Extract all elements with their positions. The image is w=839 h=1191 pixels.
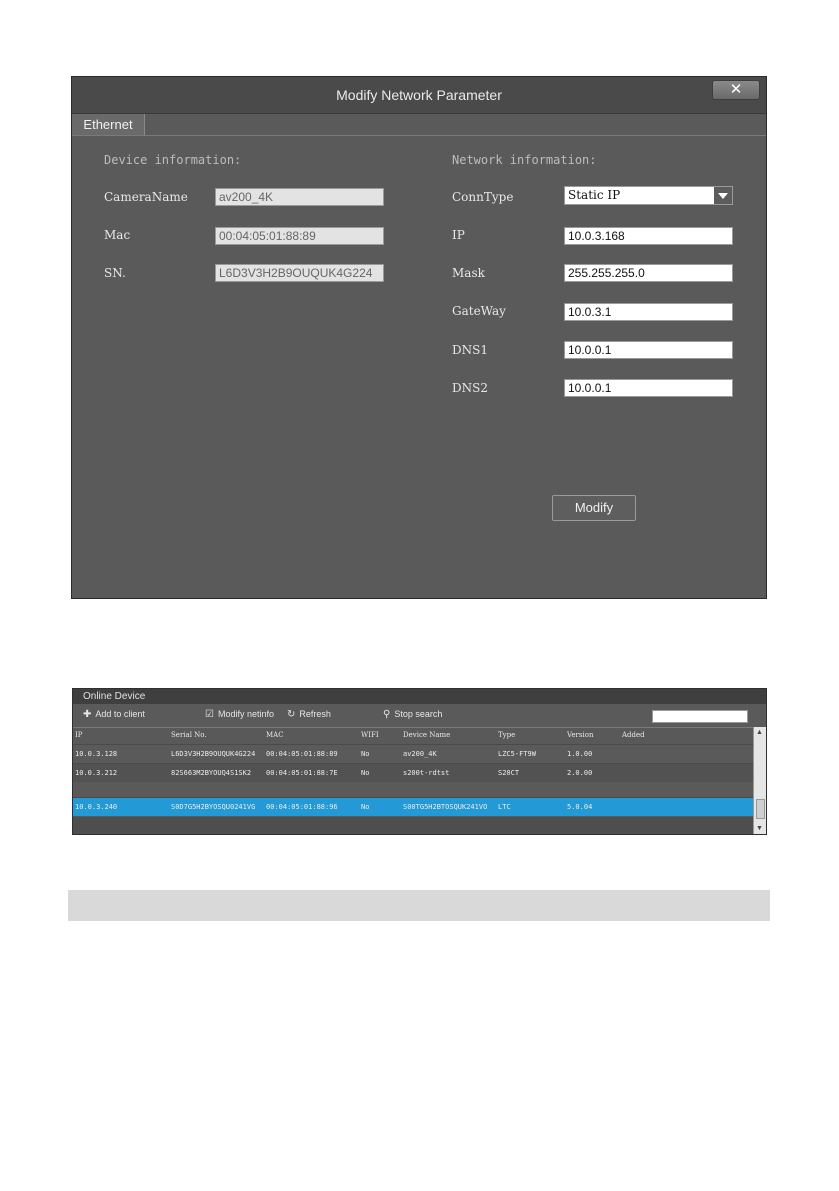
col-wifi[interactable]: WIFI [361, 731, 379, 739]
cell-serial: L6D3V3H2B9OUQUK4G224 [171, 750, 256, 758]
cell-wifi: No [361, 750, 370, 758]
table-row-selected[interactable]: 10.0.3.240 S0D7G5H2BYOSQU0241VG 00:04:05… [73, 797, 753, 816]
cell-type: S20CT [498, 769, 520, 777]
scroll-down-icon[interactable]: ▼ [756, 825, 763, 832]
table-row[interactable]: 10.0.3.212 82S663M2BYOUQ4S1SK2 00:04:05:… [73, 763, 753, 782]
col-type[interactable]: Type [498, 731, 515, 739]
tab-strip: Ethernet [72, 114, 766, 136]
col-added[interactable]: Added [622, 731, 645, 739]
cell-ip: 10.0.3.128 [75, 750, 118, 758]
chevron-down-icon[interactable] [714, 187, 732, 204]
mask-label: Mask [452, 266, 485, 280]
col-serial[interactable]: Serial No. [171, 731, 207, 739]
dns2-field[interactable]: 10.0.0.1 [564, 379, 733, 397]
search-icon: ⚲ [383, 709, 391, 720]
stop-search-label: Stop search [394, 709, 443, 719]
dialog-title: Modify Network Parameter [336, 87, 502, 103]
mac-field: 00:04:05:01:88:89 [215, 227, 384, 245]
sn-label: SN. [104, 266, 126, 280]
cell-serial: S0D7G5H2BYOSQU0241VG [171, 803, 256, 811]
dns1-label: DNS1 [452, 343, 488, 357]
gateway-field[interactable]: 10.0.3.1 [564, 303, 733, 321]
cell-device-name: s200t-rdtst [403, 769, 450, 777]
modify-button[interactable]: Modify [552, 495, 636, 521]
panel-footer [73, 817, 753, 834]
dns1-field[interactable]: 10.0.0.1 [564, 341, 733, 359]
modify-netinfo-button[interactable]: ☑ Modify netinfo [205, 709, 274, 720]
filter-input[interactable] [652, 710, 748, 723]
cell-device-name: av200_4K [403, 750, 437, 758]
conntype-label: ConnType [452, 190, 514, 204]
col-device-name[interactable]: Device Name [403, 731, 450, 739]
modify-netinfo-label: Modify netinfo [217, 709, 274, 719]
cell-mac: 00:04:05:01:88:89 [266, 750, 338, 758]
modify-network-dialog: Modify Network Parameter ✕ Ethernet Devi… [71, 76, 767, 599]
plus-icon: ✚ [83, 709, 92, 720]
device-info-heading: Device information: [104, 153, 242, 167]
cell-mac: 00:04:05:01:88:7E [266, 769, 338, 777]
close-icon: ✕ [729, 81, 743, 98]
camera-name-label: CameraName [104, 190, 188, 204]
sn-field: L6D3V3H2B9OUQUK4G224 [215, 264, 384, 282]
table-row[interactable]: 10.0.3.128 L6D3V3H2B9OUQUK4G224 00:04:05… [73, 744, 753, 763]
refresh-button[interactable]: ↻ Refresh [287, 709, 331, 720]
cell-ip: 10.0.3.240 [75, 803, 118, 811]
cell-wifi: No [361, 803, 370, 811]
ip-label: IP [452, 228, 465, 242]
scroll-up-icon[interactable]: ▲ [756, 729, 763, 736]
cell-ip: 10.0.3.212 [75, 769, 118, 777]
ip-field[interactable]: 10.0.3.168 [564, 227, 733, 245]
gateway-label: GateWay [452, 304, 506, 318]
dialog-titlebar: Modify Network Parameter ✕ [72, 77, 766, 114]
dns2-label: DNS2 [452, 381, 488, 395]
scroll-thumb[interactable] [756, 799, 765, 819]
section-divider-strip [68, 890, 770, 921]
conntype-select[interactable]: Static IP [564, 186, 733, 205]
cell-device-name: S00TG5H2BTOSQUK241VO [403, 803, 488, 811]
stop-search-button[interactable]: ⚲ Stop search [383, 709, 442, 720]
cell-wifi: No [361, 769, 370, 777]
refresh-icon: ↻ [287, 709, 296, 720]
col-version[interactable]: Version [567, 731, 593, 739]
cell-version: 2.0.00 [567, 769, 593, 777]
online-toolbar: ✚ Add to client ☑ Modify netinfo ↻ Refresh … [73, 705, 766, 725]
cell-type: LTC [498, 803, 511, 811]
network-info-heading: Network information: [452, 153, 597, 167]
refresh-label: Refresh [299, 709, 331, 719]
cell-type: LZC5-FT9W [498, 750, 536, 758]
cell-version: 1.0.00 [567, 750, 593, 758]
close-button[interactable]: ✕ [712, 80, 760, 100]
device-table-header: IP Serial No. MAC WIFI Device Name Type … [73, 727, 753, 744]
checkbox-icon: ☑ [205, 709, 214, 720]
vertical-scrollbar[interactable]: ▲ ▼ [753, 727, 766, 834]
tab-ethernet[interactable]: Ethernet [72, 114, 145, 135]
col-mac[interactable]: MAC [266, 731, 284, 739]
camera-name-field: av200_4K [215, 188, 384, 206]
add-to-client-button[interactable]: ✚ Add to client [83, 709, 145, 720]
conntype-value: Static IP [568, 188, 621, 202]
col-ip[interactable]: IP [75, 731, 82, 739]
mask-field[interactable]: 255.255.255.0 [564, 264, 733, 282]
mac-label: Mac [104, 228, 131, 242]
add-to-client-label: Add to client [95, 709, 145, 719]
cell-serial: 82S663M2BYOUQ4S1SK2 [171, 769, 252, 777]
online-device-title: Online Device [73, 689, 766, 704]
online-device-panel: Online Device ✚ Add to client ☑ Modify net… [72, 688, 767, 835]
cell-mac: 00:04:05:01:88:96 [266, 803, 338, 811]
cell-version: 5.0.04 [567, 803, 593, 811]
